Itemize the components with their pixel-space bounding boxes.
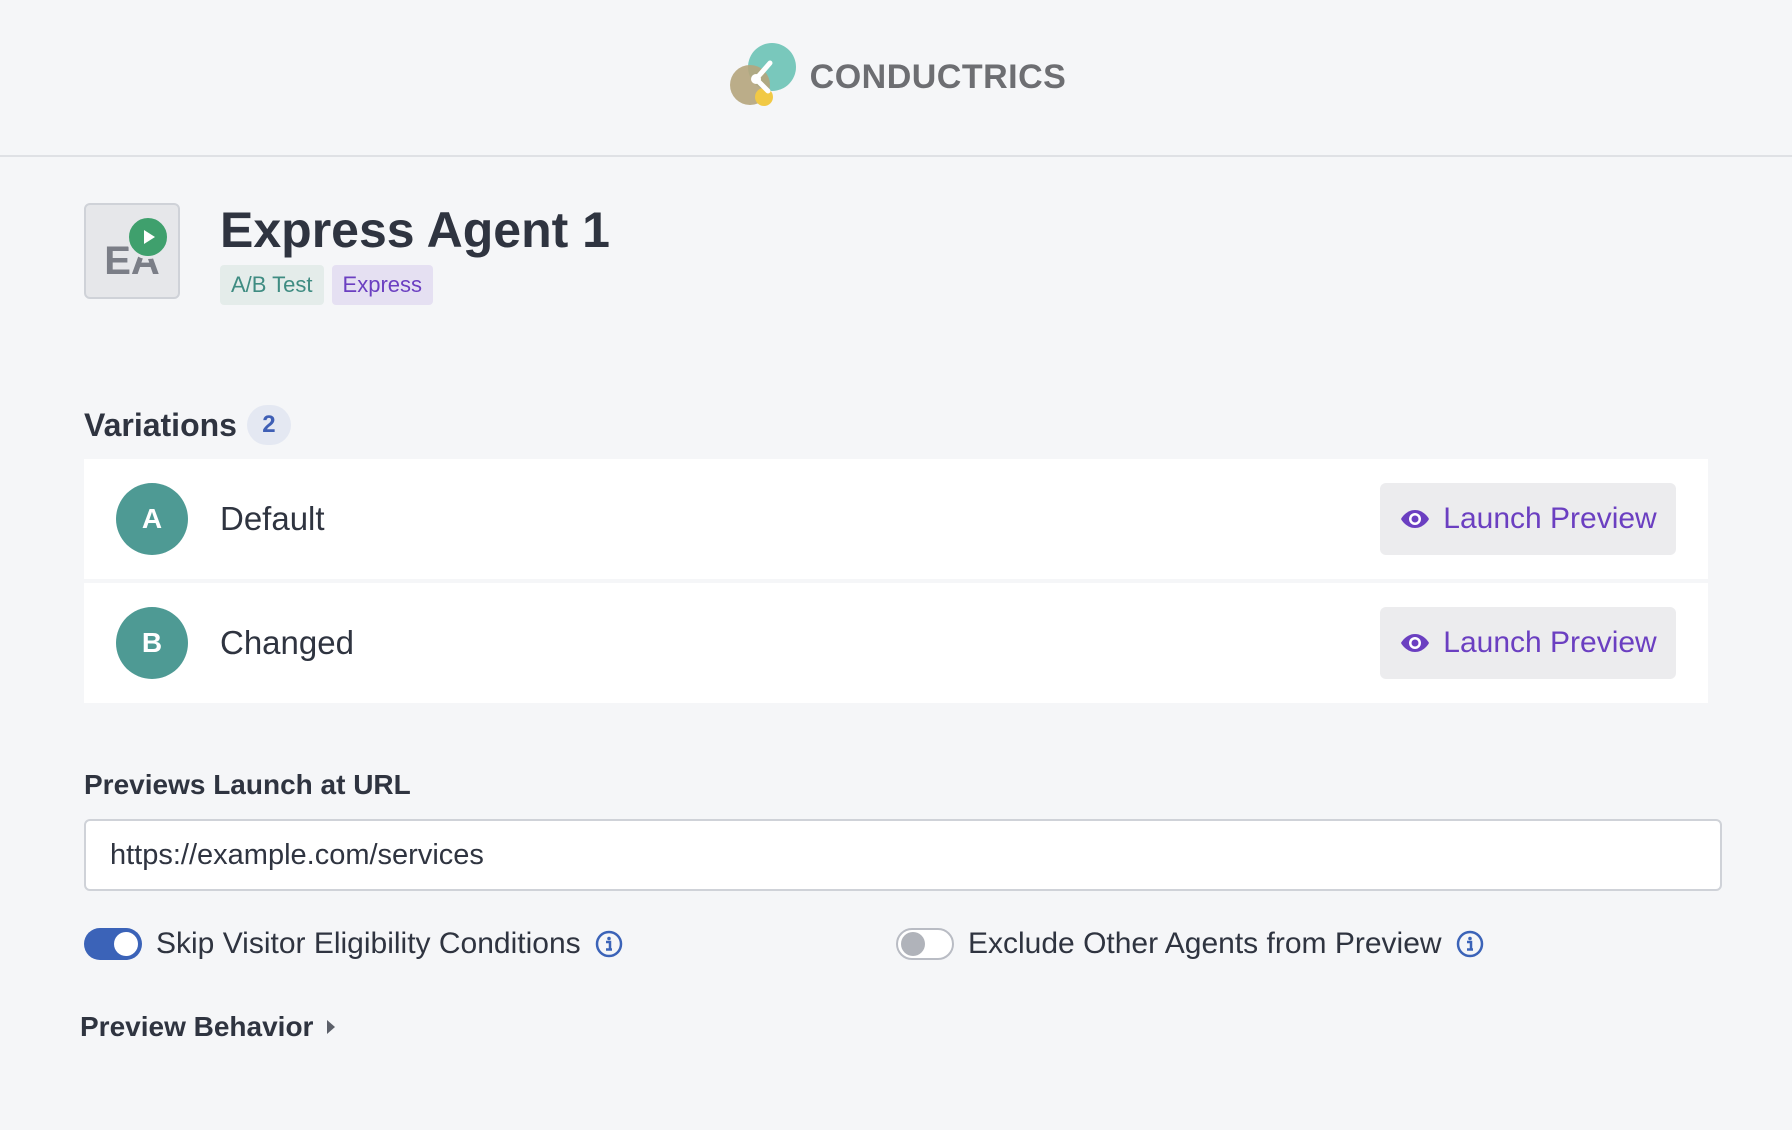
preview-url-input[interactable] — [84, 819, 1722, 891]
variations-title: Variations — [84, 406, 237, 443]
preview-behavior-label: Preview Behavior — [80, 1011, 314, 1042]
skip-eligibility-option: Skip Visitor Eligibility Conditions — [84, 927, 896, 961]
variation-letter-badge: A — [116, 483, 188, 555]
preview-options: Skip Visitor Eligibility Conditions Excl… — [84, 927, 1708, 961]
url-field-label: Previews Launch at URL — [84, 769, 411, 800]
toggle-knob — [901, 932, 925, 956]
conductrics-logo-icon — [729, 42, 796, 106]
agent-header: EA Express Agent 1 A/B Test Express — [84, 203, 1708, 305]
launch-preview-label: Launch Preview — [1443, 626, 1657, 659]
preview-behavior-expander[interactable]: Preview Behavior — [80, 1011, 1708, 1043]
logo-text: CONDUCTRICS — [809, 58, 1067, 96]
launch-preview-button[interactable]: Launch Preview — [1380, 607, 1676, 679]
exclude-agents-label: Exclude Other Agents from Preview — [968, 927, 1442, 960]
exclude-agents-option: Exclude Other Agents from Preview — [896, 927, 1708, 961]
launch-preview-button[interactable]: Launch Preview — [1380, 483, 1676, 555]
eye-icon — [1401, 634, 1430, 652]
agent-tags: A/B Test Express — [220, 265, 610, 305]
list-item: B Changed Launch Preview — [84, 583, 1708, 703]
variations-list: A Default Launch Preview B Changed Launc… — [84, 459, 1708, 703]
variations-count-badge: 2 — [246, 405, 291, 445]
play-icon — [126, 215, 170, 259]
skip-eligibility-toggle[interactable] — [84, 928, 142, 960]
list-item: A Default Launch Preview — [84, 459, 1708, 579]
eye-icon — [1401, 510, 1430, 528]
info-icon[interactable] — [1456, 930, 1484, 958]
main-content: EA Express Agent 1 A/B Test Express Vari… — [0, 157, 1792, 1043]
caret-right-icon — [327, 1020, 336, 1034]
agent-avatar: EA — [84, 203, 180, 299]
brand-logo[interactable]: CONDUCTRICS — [726, 41, 1067, 115]
tag-ab-test: A/B Test — [220, 265, 324, 305]
variation-name: Changed — [220, 624, 354, 661]
skip-eligibility-label: Skip Visitor Eligibility Conditions — [156, 927, 581, 960]
exclude-agents-toggle[interactable] — [896, 928, 954, 960]
launch-preview-label: Launch Preview — [1443, 502, 1657, 535]
tag-express: Express — [331, 265, 434, 305]
variation-letter-badge: B — [116, 607, 188, 679]
agent-info: Express Agent 1 A/B Test Express — [220, 203, 610, 305]
toggle-knob — [114, 932, 138, 956]
top-bar: CONDUCTRICS — [0, 0, 1792, 157]
variation-name: Default — [220, 500, 325, 537]
variations-header: Variations 2 — [84, 405, 1708, 445]
page-title: Express Agent 1 — [220, 202, 610, 258]
info-icon[interactable] — [595, 930, 623, 958]
